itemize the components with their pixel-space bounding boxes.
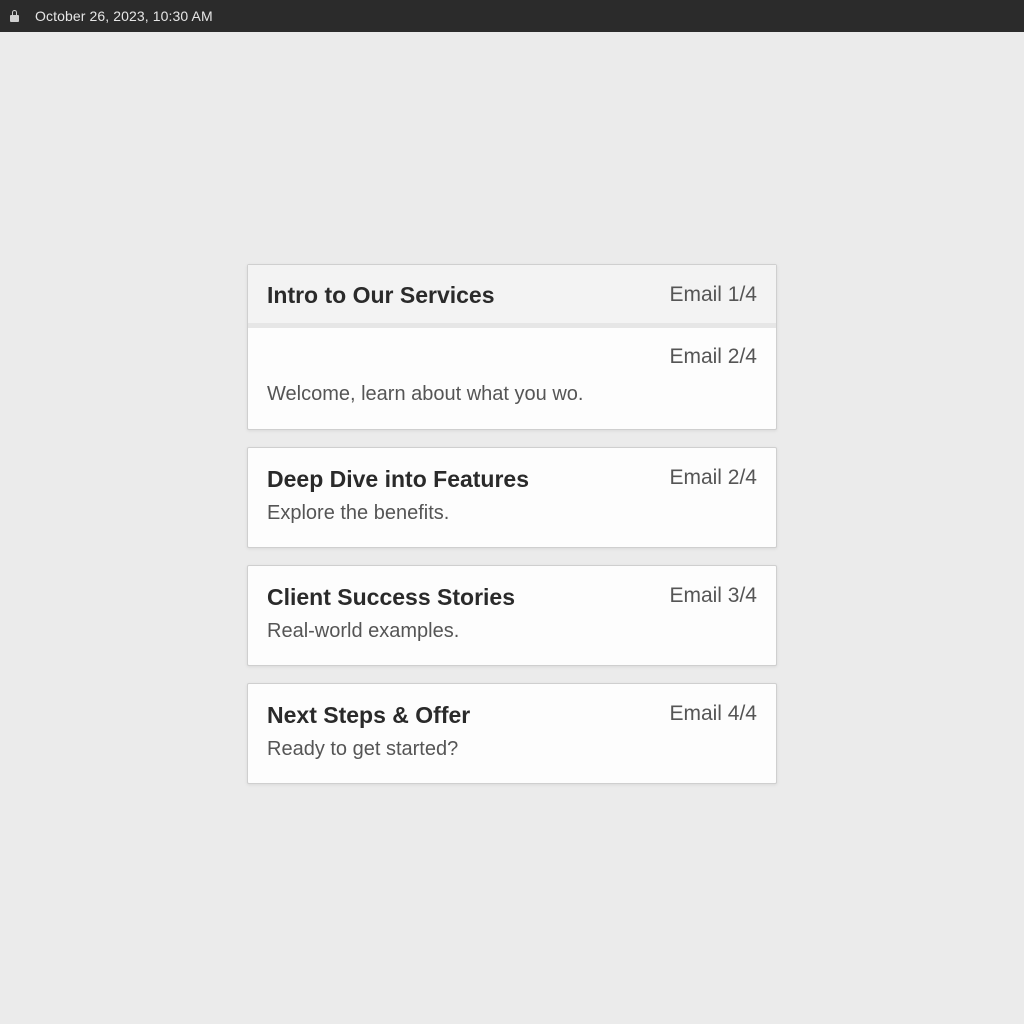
email-card-2[interactable]: Deep Dive into Features Email 2/4 Explor… — [247, 447, 777, 548]
email-number-tag-secondary: Email 2/4 — [669, 345, 757, 368]
email-title: Intro to Our Services — [267, 282, 495, 308]
email-card-header: Intro to Our Services Email 1/4 — [248, 265, 776, 328]
email-sequence-list: Intro to Our Services Email 1/4 Email 2/… — [247, 264, 777, 801]
status-bar: October 26, 2023, 10:30 AM — [0, 0, 1024, 32]
email-title: Next Steps & Offer — [267, 702, 471, 728]
status-datetime: October 26, 2023, 10:30 AM — [35, 8, 213, 24]
email-subtitle: Welcome, learn about what you wo. — [267, 383, 584, 405]
email-card-1[interactable]: Intro to Our Services Email 1/4 Email 2/… — [247, 264, 777, 430]
email-number-tag: Email 2/4 — [669, 466, 757, 489]
email-card-3[interactable]: Client Success Stories Email 3/4 Real-wo… — [247, 565, 777, 666]
email-title: Client Success Stories — [267, 584, 515, 610]
email-title: Deep Dive into Features — [267, 466, 530, 492]
email-number-tag: Email 3/4 — [669, 584, 757, 607]
email-card-4[interactable]: Next Steps & Offer Email 4/4 Ready to ge… — [247, 683, 777, 784]
email-subtitle: Explore the benefits. — [267, 502, 450, 524]
email-number-tag: Email 1/4 — [669, 283, 757, 306]
email-number-tag: Email 4/4 — [669, 702, 757, 725]
email-subtitle: Ready to get started? — [267, 738, 459, 760]
lock-icon — [10, 10, 19, 22]
email-subtitle: Real-world examples. — [267, 620, 460, 642]
